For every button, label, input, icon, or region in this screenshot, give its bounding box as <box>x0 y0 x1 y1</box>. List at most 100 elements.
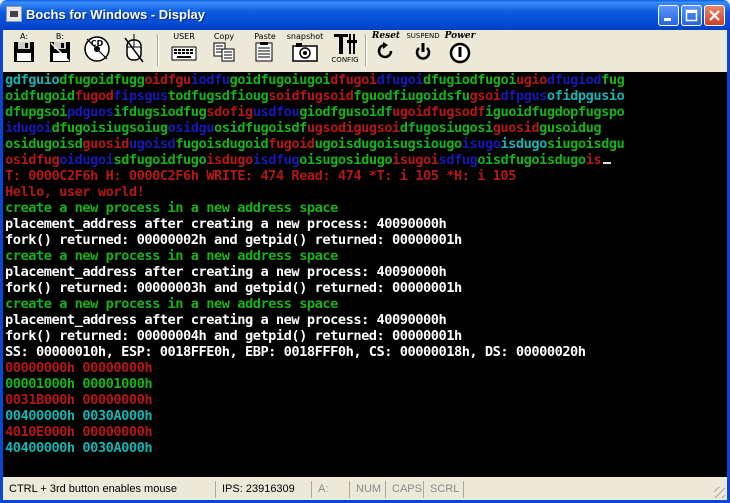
config-button[interactable]: CONFIG <box>329 32 361 66</box>
toolbar-separator <box>157 34 159 66</box>
console-text: idugoi <box>5 120 52 136</box>
bochs-app-icon[interactable] <box>6 6 22 22</box>
console-text: dfupgsoi <box>5 104 67 120</box>
status-scroll-lock: SCRL <box>423 481 463 498</box>
console-line: 00400000h 0030A000h <box>5 408 153 424</box>
console-text: dfugosiugosi <box>399 120 493 136</box>
power-label: Power <box>444 31 476 41</box>
console-line: dfupgsoipdguosifdugsiodfugsdofigusdfougi… <box>5 104 625 120</box>
console-text: is <box>585 152 602 168</box>
console-text: sdfugoidfugo <box>113 152 207 168</box>
copy-label: Copy <box>213 32 235 41</box>
floppy-disk-icon <box>50 42 70 62</box>
console-line: placement_address after creating a new p… <box>5 312 447 328</box>
console-text: create a new process in a new address sp… <box>5 200 338 216</box>
console-text: ofidpgusio <box>546 88 625 104</box>
reset-label: Reset <box>371 31 401 41</box>
console-text: oisdfugoisdugo <box>477 152 586 168</box>
console-line: create a new process in a new address sp… <box>5 296 338 312</box>
user-label: USER <box>173 32 195 41</box>
mouse-toggle-button[interactable] <box>119 32 149 66</box>
console-text: siugoisdgu <box>546 136 625 152</box>
floppy-a-button[interactable]: A: <box>9 32 39 66</box>
snapshot-button[interactable]: snapshot <box>287 32 323 66</box>
console-line: 00000000h 00000000h <box>5 360 153 376</box>
console-text: 4010E000h 00000000h <box>5 424 153 440</box>
minimize-icon <box>664 18 671 21</box>
console-text: iguoidfugdopfugspo <box>484 104 625 120</box>
power-button[interactable]: Power <box>443 32 477 66</box>
minimize-button[interactable] <box>658 5 679 26</box>
paste-label: Paste <box>254 32 276 41</box>
svg-text:CD: CD <box>91 39 104 48</box>
console-text: isugoi <box>392 152 439 168</box>
console-text: fipsgus <box>113 88 168 104</box>
console-text: osidfugoisdf <box>214 120 307 136</box>
console-line: idugoidfugoisiugsoiugosidguosidfugoisdfu… <box>5 120 602 136</box>
suspend-icon <box>415 43 431 60</box>
console-text: isdugo <box>500 136 547 152</box>
console-line: T: 0000C2F6h H: 0000C2F6h WRITE: 474 Rea… <box>5 168 516 184</box>
floppy-a-label: A: <box>19 32 29 41</box>
console-text: 0031B000h 00000000h <box>5 392 153 408</box>
console-line: osidugoisdguosidugoisdfugoisdugoidfugoid… <box>5 136 625 152</box>
console-text: dfugoi <box>330 72 377 88</box>
console-line: create a new process in a new address sp… <box>5 248 338 264</box>
console-text: SS: 00000010h, ESP: 0018FFE0h, EBP: 0018… <box>5 344 586 360</box>
console-text: 00000000h 00000000h <box>5 360 153 376</box>
console-text: ugio <box>515 72 547 88</box>
toolbar: A: B: CD USER Copy Paste snapshot CONFIG… <box>3 30 727 70</box>
console-line: placement_address after creating a new p… <box>5 216 447 232</box>
console-text: ugoidfugsodf <box>392 104 485 120</box>
mouse-icon <box>124 33 144 63</box>
console-text: 40400000h 0030A000h <box>5 440 153 456</box>
console-line: fork() returned: 00000003h and getpid() … <box>5 280 462 296</box>
console-text: fugod <box>74 88 114 104</box>
reset-icon <box>377 42 393 59</box>
console-line: 0031B000h 00000000h <box>5 392 153 408</box>
console-text: sdfug <box>438 152 478 168</box>
cdrom-icon: CD <box>84 36 110 62</box>
console-text: create a new process in a new address sp… <box>5 296 338 312</box>
paste-icon <box>255 42 273 62</box>
console-text: osidfug <box>5 152 60 168</box>
console-text: oidfugoid <box>5 88 75 104</box>
console-text: fugoid <box>268 136 315 152</box>
console-text: fugoisdugoid <box>175 136 269 152</box>
paste-button[interactable]: Paste <box>249 32 281 66</box>
text-cursor <box>603 162 612 164</box>
console-text: oidfgu <box>144 72 191 88</box>
console-text: placement_address after creating a new p… <box>5 312 447 328</box>
floppy-b-button[interactable]: B: <box>45 32 75 66</box>
power-icon <box>449 42 471 64</box>
status-caps-lock: CAPS <box>385 481 423 498</box>
resize-grip-icon[interactable] <box>714 487 725 498</box>
console-text: oidugoi <box>59 152 114 168</box>
maximize-button[interactable] <box>681 5 702 26</box>
console-text: isdugo <box>206 152 253 168</box>
copy-button[interactable]: Copy <box>209 32 239 66</box>
console-line: placement_address after creating a new p… <box>5 264 447 280</box>
status-num-lock: NUM <box>349 481 385 498</box>
suspend-label: SUSPEND <box>406 32 440 40</box>
console-text: gsoi <box>469 88 501 104</box>
title-bar[interactable]: Bochs for Windows - Display <box>0 0 730 30</box>
console-text: goidfugoiugoi <box>229 72 331 88</box>
suspend-button[interactable]: SUSPEND <box>405 32 441 66</box>
cdrom-button[interactable]: CD <box>81 32 113 66</box>
console-text: ifdugsiodfug <box>113 104 207 120</box>
close-button[interactable] <box>704 5 725 26</box>
reset-button[interactable]: Reset <box>369 32 403 66</box>
user-button[interactable]: USER <box>169 32 199 66</box>
console-line: fork() returned: 00000004h and getpid() … <box>5 328 462 344</box>
floppy-disk-icon <box>14 42 34 62</box>
status-hint: CTRL + 3rd button enables mouse <box>9 483 178 495</box>
console-text: placement_address after creating a new p… <box>5 264 447 280</box>
console-text: fug <box>601 72 625 88</box>
console-text: ugsodigugsoi <box>306 120 400 136</box>
emulator-display[interactable]: gdfguiodfugoidfuggoidfguiodfugoidfugoiug… <box>3 72 727 477</box>
console-line: 00001000h 00001000h <box>5 376 153 392</box>
console-text: fguodfiugoidsfu <box>353 88 470 104</box>
console-text: soidfugsoid <box>268 88 354 104</box>
console-line: SS: 00000010h, ESP: 0018FFE0h, EBP: 0018… <box>5 344 586 360</box>
